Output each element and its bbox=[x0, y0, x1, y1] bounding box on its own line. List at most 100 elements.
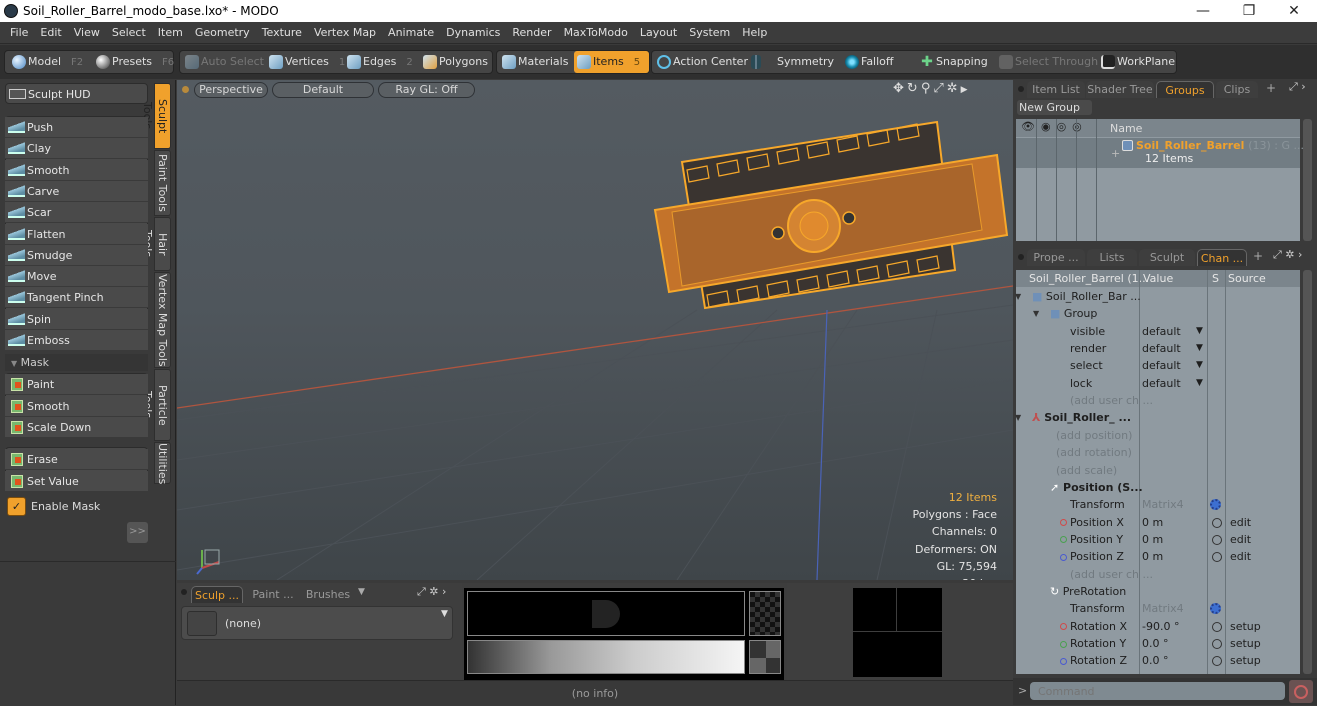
channel-value[interactable]: default bbox=[1142, 357, 1181, 374]
expand-plus-icon[interactable]: + bbox=[1111, 147, 1120, 160]
panel-menu-dot-icon[interactable] bbox=[1018, 86, 1024, 92]
tab-sculpt-tools[interactable]: Sculpt Tools bbox=[141, 83, 171, 149]
channel-row[interactable]: ▼ ■ Group bbox=[1016, 305, 1299, 322]
tab-lists[interactable]: Lists bbox=[1087, 249, 1137, 266]
channel-row[interactable]: (add scale) bbox=[1016, 462, 1299, 479]
tab-paint-tools[interactable]: Paint Tools bbox=[154, 150, 171, 216]
menu-geometry[interactable]: Geometry bbox=[189, 22, 256, 44]
menu-dynamics[interactable]: Dynamics bbox=[440, 22, 506, 44]
animate-state-icon[interactable] bbox=[1212, 639, 1222, 649]
expand-triangle-icon[interactable]: ▼ bbox=[1015, 409, 1021, 426]
panel-menu-dot-icon[interactable] bbox=[1018, 254, 1024, 260]
panel-options-icons[interactable]: ⤢ ✲ › bbox=[1273, 248, 1302, 262]
menu-render[interactable]: Render bbox=[506, 22, 557, 44]
tab-particle-tools[interactable]: Particle Tools bbox=[141, 369, 171, 441]
sculpt-tool-tangent-pinch[interactable]: Tangent Pinch bbox=[5, 287, 148, 309]
tab-sculpt[interactable]: Sculpt bbox=[1139, 249, 1195, 266]
action-center-button[interactable]: Action Center bbox=[654, 51, 748, 73]
channel-row[interactable]: render default ▼ bbox=[1016, 340, 1299, 357]
sculpt-tool-scar[interactable]: Scar bbox=[5, 202, 148, 224]
tab-paint-brush[interactable]: Paint ... bbox=[246, 586, 300, 603]
zoom-icon[interactable]: ⚲ bbox=[921, 81, 934, 96]
channel-row[interactable]: Transform Matrix4 bbox=[1016, 600, 1299, 617]
sculpt-tool-clay[interactable]: Clay bbox=[5, 138, 148, 160]
channel-row[interactable]: (add user ch ... bbox=[1016, 392, 1299, 409]
expand-triangle-icon[interactable]: ▼ bbox=[1033, 305, 1039, 322]
channels-scrollbar[interactable] bbox=[1303, 270, 1312, 674]
items-button[interactable]: Items 5 bbox=[574, 51, 649, 73]
channel-value[interactable]: 0 m bbox=[1142, 548, 1163, 565]
shading-dropdown[interactable]: Default bbox=[272, 82, 374, 98]
value-dropdown-icon[interactable]: ▼ bbox=[1196, 323, 1203, 340]
channel-row[interactable]: Position Z 0 m edit bbox=[1016, 548, 1299, 565]
raygl-toggle[interactable]: Ray GL: Off bbox=[378, 82, 475, 98]
tab-brushes[interactable]: Brushes bbox=[303, 586, 353, 603]
sculpt-tool-smooth[interactable]: Smooth bbox=[5, 159, 148, 181]
vertices-button[interactable]: Vertices 1 bbox=[266, 51, 345, 73]
restore-button[interactable]: ❐ bbox=[1226, 0, 1272, 22]
auto-select-button[interactable]: Auto Select bbox=[182, 51, 264, 73]
rotate-icon[interactable]: ↻ bbox=[907, 81, 921, 96]
menu-maxtomodo[interactable]: MaxToModo bbox=[558, 22, 634, 44]
close-button[interactable]: ✕ bbox=[1271, 0, 1317, 22]
falloff-button[interactable]: Falloff bbox=[842, 51, 893, 73]
channel-row[interactable]: Position Y 0 m edit bbox=[1016, 531, 1299, 548]
channel-row[interactable]: Rotation X -90.0 ° setup bbox=[1016, 618, 1299, 635]
channel-row[interactable]: Rotation Z 0.0 ° setup bbox=[1016, 652, 1299, 669]
tab-properties[interactable]: Prope ... bbox=[1027, 249, 1085, 266]
mask-section-header[interactable]: ▼ Mask bbox=[5, 354, 148, 371]
channel-row[interactable]: Transform Matrix4 bbox=[1016, 496, 1299, 513]
channel-row[interactable]: lock default ▼ bbox=[1016, 375, 1299, 392]
animate-state-icon[interactable] bbox=[1212, 621, 1222, 632]
enable-mask-checkbox[interactable]: ✓ bbox=[7, 497, 26, 516]
panel-menu-dot-icon[interactable] bbox=[181, 589, 187, 595]
expand-button[interactable]: >> bbox=[127, 522, 148, 543]
menu-help[interactable]: Help bbox=[736, 22, 773, 44]
sculpt-tool-smudge[interactable]: Smudge bbox=[5, 244, 148, 266]
tab-shader-tree[interactable]: Shader Tree bbox=[1086, 81, 1154, 98]
view-mode-dropdown[interactable]: Perspective bbox=[194, 82, 268, 98]
soil-roller-barrel-model[interactable] bbox=[653, 120, 1009, 310]
sculpt-tool-push[interactable]: Push bbox=[5, 117, 148, 138]
menu-item[interactable]: Item bbox=[152, 22, 189, 44]
channel-row[interactable]: ▼ ■ Soil_Roller_Bar ... bbox=[1015, 288, 1299, 305]
menu-vertex-map[interactable]: Vertex Map bbox=[308, 22, 382, 44]
menu-edit[interactable]: Edit bbox=[34, 22, 67, 44]
matrix-gear-icon[interactable] bbox=[1210, 499, 1221, 511]
channel-value[interactable]: -90.0 ° bbox=[1142, 618, 1179, 635]
expand-arrow-icon[interactable]: ▶ bbox=[961, 85, 971, 95]
channel-row[interactable]: Rotation Y 0.0 ° setup bbox=[1016, 635, 1299, 652]
value-dropdown-icon[interactable]: ▼ bbox=[1196, 357, 1203, 374]
value-dropdown-icon[interactable]: ▼ bbox=[1196, 375, 1203, 392]
menu-system[interactable]: System bbox=[683, 22, 736, 44]
symmetry-button[interactable]: Symmetry bbox=[748, 51, 834, 73]
animate-state-icon[interactable] bbox=[1212, 656, 1222, 667]
channel-row[interactable]: ↻ PreRotation bbox=[1016, 583, 1299, 600]
mask-tool-set-value[interactable]: Set Value bbox=[5, 470, 148, 492]
materials-button[interactable]: Materials bbox=[499, 51, 568, 73]
channel-value[interactable]: Matrix4 bbox=[1142, 600, 1184, 617]
channel-value[interactable]: default bbox=[1142, 375, 1181, 392]
snapping-button[interactable]: ✚ Snapping bbox=[917, 51, 988, 73]
record-button[interactable] bbox=[1289, 680, 1313, 703]
mask-tool-erase[interactable]: Erase bbox=[5, 449, 148, 470]
workplane-button[interactable]: WorkPlane bbox=[1098, 51, 1175, 73]
channel-value[interactable]: 0.0 ° bbox=[1142, 652, 1169, 669]
matrix-gear-icon[interactable] bbox=[1210, 603, 1221, 615]
group-name[interactable]: Soil_Roller_Barrel (13) : G ... bbox=[1136, 139, 1304, 152]
tab-clips[interactable]: Clips bbox=[1216, 81, 1258, 98]
sculpt-tool-emboss[interactable]: Emboss bbox=[5, 330, 148, 351]
channel-value[interactable]: Matrix4 bbox=[1142, 496, 1184, 513]
tab-sculpt-brush[interactable]: Sculp ... bbox=[191, 586, 243, 603]
select-through-button[interactable]: Select Through bbox=[996, 51, 1098, 73]
presets-button[interactable]: Presets F6 bbox=[93, 51, 174, 73]
channel-value[interactable]: 0 m bbox=[1142, 514, 1163, 531]
tab-vertex-map-tools[interactable]: Vertex Map Tools bbox=[154, 272, 171, 368]
menu-view[interactable]: View bbox=[68, 22, 106, 44]
maximize-icon[interactable]: ⤢ bbox=[933, 81, 946, 96]
expand-triangle-icon[interactable]: ▼ bbox=[1015, 288, 1021, 305]
menu-texture[interactable]: Texture bbox=[256, 22, 308, 44]
3d-viewport[interactable]: Perspective Default Ray GL: Off ✥↻⚲⤢✲▶ 1… bbox=[177, 80, 1013, 580]
tab-hair-tools[interactable]: Hair Tools bbox=[141, 217, 171, 271]
panel-options-icons[interactable]: ⤢ ✲ › bbox=[417, 585, 446, 599]
